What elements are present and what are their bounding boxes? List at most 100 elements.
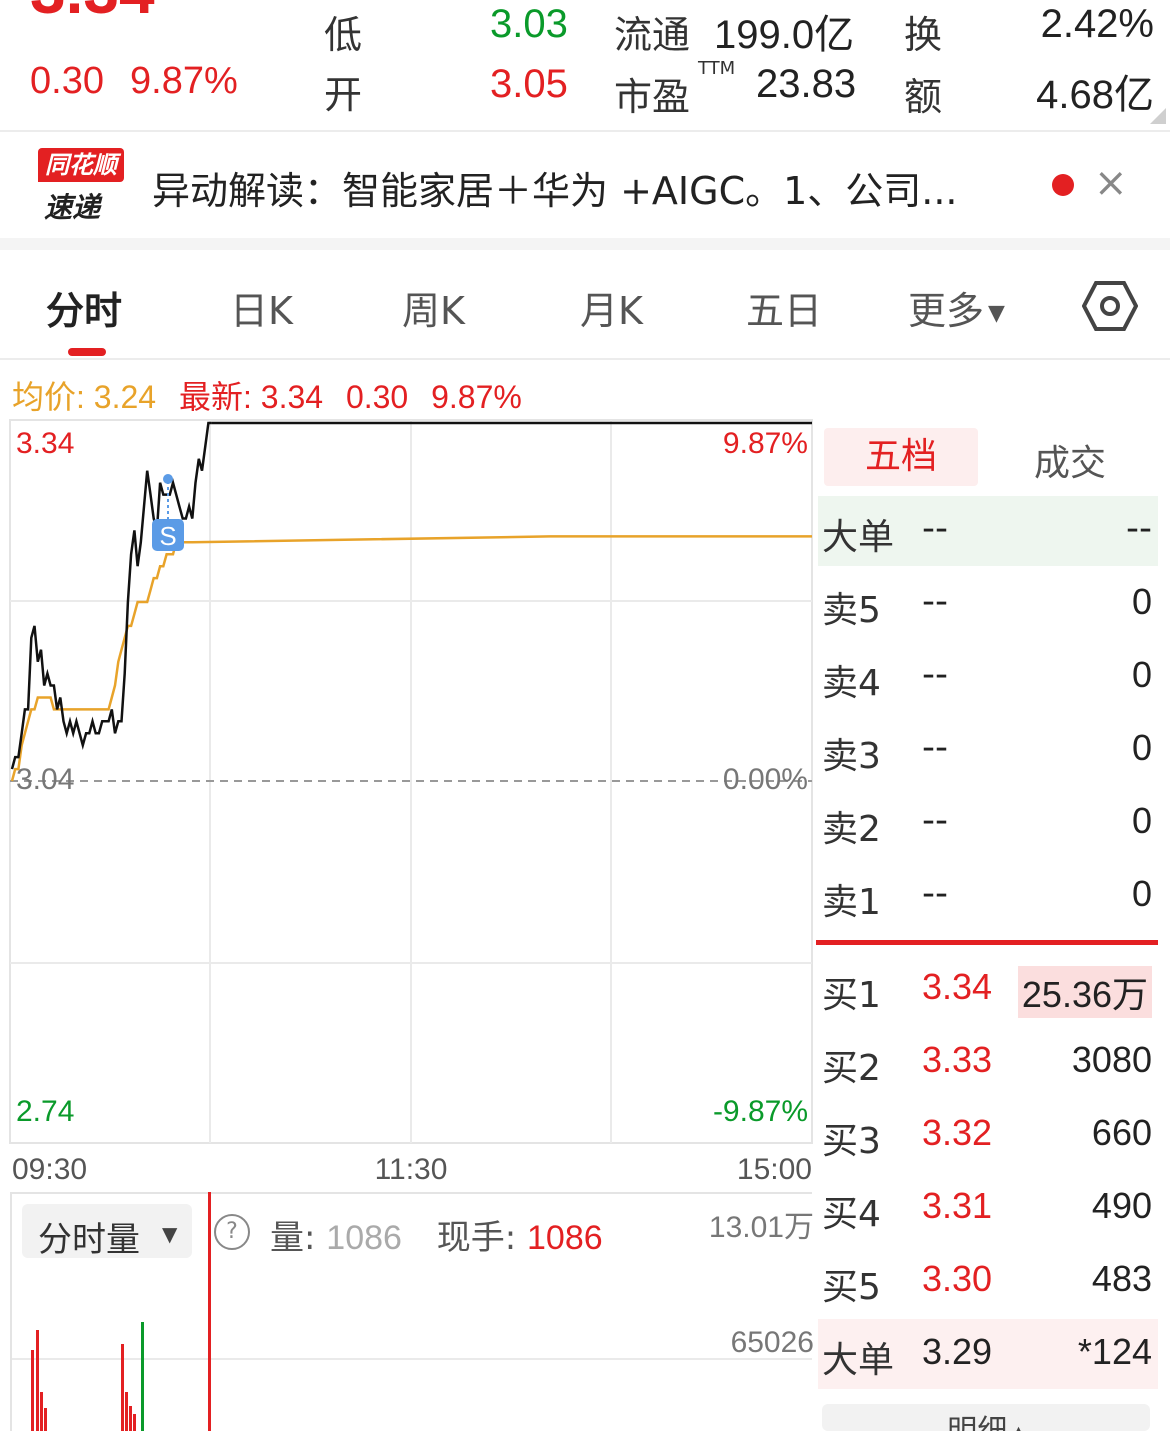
ask-price: -- [922, 581, 948, 622]
ask-vol: 0 [1131, 800, 1152, 841]
volume-bar [121, 1344, 124, 1431]
ask-vol: 0 [1131, 727, 1152, 768]
bid-vol: 483 [1091, 1258, 1152, 1299]
bid-row-3: 买3 3.32 660 [818, 1100, 1158, 1170]
y-tick-left-bottom: 2.74 [16, 1095, 74, 1128]
latest-change: 0.30 [345, 379, 409, 415]
sell-signal-label: S [159, 521, 176, 551]
price-info-line: 均价: 3.24 最新: 3.34 0.30 9.87% [12, 372, 522, 418]
turnover-value: 2.42% [1040, 2, 1154, 46]
tab-active-indicator [68, 348, 106, 356]
y-tick-left-mid: 3.04 [16, 763, 74, 796]
y-tick-left-top: 3.34 [16, 427, 74, 460]
latest-pct: 9.87% [431, 379, 522, 415]
bid-price: 3.30 [922, 1258, 993, 1299]
bid-vol: 490 [1091, 1185, 1152, 1226]
price-change: 0.30 [30, 60, 104, 102]
tab-weekly-k[interactable]: 周K [402, 280, 465, 335]
tab-more-label: 更多 [908, 289, 985, 333]
ask-price: -- [922, 727, 948, 768]
tab-more[interactable]: 更多 ▼ [908, 280, 1005, 335]
bid-row-4: 买4 3.31 490 [818, 1173, 1158, 1243]
bid-price: 3.33 [922, 1039, 993, 1080]
bid-row-5: 买5 3.30 483 [818, 1246, 1158, 1316]
marker-dot [163, 474, 173, 484]
big-order-price: -- [922, 508, 948, 549]
bid-label: 买5 [822, 1267, 881, 1308]
y-tick-right-bottom: -9.87% [713, 1095, 808, 1128]
ask-row-5: 卖5 -- 0 [818, 569, 1158, 639]
price-change-pct: 9.87% [130, 60, 238, 102]
volume-bar [133, 1414, 136, 1431]
tab-trades[interactable]: 成交 [1034, 434, 1106, 486]
ask-row-2: 卖2 -- 0 [818, 788, 1158, 858]
low-value: 3.03 [490, 2, 568, 46]
ask-label: 卖3 [822, 736, 881, 777]
caret-down-icon: ▼ [988, 301, 1005, 326]
open-value: 3.05 [490, 62, 568, 106]
bid-label: 买4 [822, 1194, 881, 1235]
avg-value: 3.24 [93, 379, 157, 415]
ask-vol: 0 [1131, 581, 1152, 622]
settings-hexagon-icon[interactable] [1082, 280, 1138, 332]
big-order-row-bottom: 大单 3.29 *124 [818, 1319, 1158, 1389]
bid-vol: 25.36万 [1017, 966, 1152, 1018]
ask-vol: 0 [1131, 654, 1152, 695]
volume-bar [31, 1350, 34, 1431]
volume-bar [141, 1322, 144, 1431]
ask-label: 卖2 [822, 809, 881, 850]
bid-label: 买2 [822, 1048, 881, 1089]
close-icon[interactable]: × [1094, 160, 1128, 206]
tab-five-levels[interactable]: 五档 [824, 428, 978, 486]
ask-price: -- [922, 800, 948, 841]
volume-panel: 分时量 ▼ ? 量: 1086 现手: 1086 13.01万 65026 [0, 1192, 818, 1431]
volume-bar [129, 1406, 132, 1431]
latest-value: 3.34 [260, 379, 324, 415]
bid-row-2: 买2 3.33 3080 [818, 1027, 1158, 1097]
avg-label: 均价: [12, 379, 85, 415]
bid-price: 3.31 [922, 1185, 993, 1226]
detail-button[interactable]: 明细 ▲ [822, 1404, 1150, 1431]
bid-price: 3.34 [922, 966, 993, 1007]
tab-daily-k[interactable]: 日K [230, 280, 293, 335]
tab-intraday[interactable]: 分时 [46, 280, 122, 335]
intraday-price-chart[interactable]: S 3.34 3.04 2.74 9.87% 0.00% -9.87% 09:3… [0, 415, 818, 1195]
big-order-label: 大单 [822, 1340, 895, 1381]
x-tick-open: 09:30 [12, 1153, 87, 1186]
turnover-label: 换 [904, 13, 943, 57]
ask-label: 卖4 [822, 663, 881, 704]
ask-row-1: 卖1 -- 0 [818, 861, 1158, 931]
detail-label: 明细 [947, 1414, 1007, 1431]
tab-five-day[interactable]: 五日 [746, 280, 822, 335]
caret-up-icon: ▲ [1012, 1422, 1024, 1431]
x-tick-midday: 11:30 [375, 1153, 448, 1186]
volume-bar [44, 1408, 47, 1431]
ask-price: -- [922, 654, 948, 695]
bid-vol: 660 [1091, 1112, 1152, 1153]
tonghuashun-express-logo: 同花顺 速递 [38, 148, 124, 224]
price-line [10, 421, 212, 770]
bid-price: 3.32 [922, 1112, 993, 1153]
float-label: 流通 [614, 13, 691, 57]
volume-bar [40, 1392, 43, 1431]
big-order-price: 3.29 [922, 1331, 993, 1372]
amount-value: 4.68亿 [1036, 73, 1154, 117]
x-tick-close: 15:00 [737, 1153, 812, 1186]
pe-ttm-superscript: TTM [698, 58, 736, 79]
latest-label: 最新: [178, 379, 252, 415]
pe-value: 23.83 [756, 62, 857, 106]
ask-row-3: 卖3 -- 0 [818, 715, 1158, 785]
bid-vol: 3080 [1071, 1039, 1152, 1080]
ask-price: -- [922, 873, 948, 914]
open-label: 开 [324, 73, 363, 117]
unread-dot-icon [1052, 174, 1074, 196]
tab-monthly-k[interactable]: 月K [580, 280, 643, 335]
ask-row-4: 卖4 -- 0 [818, 642, 1158, 712]
last-price: 3.34 [30, 0, 155, 28]
news-headline[interactable]: 异动解读：智能家居＋华为 +AIGC。1、公司... [152, 160, 958, 215]
ask-label: 卖5 [822, 590, 881, 631]
expand-corner-icon[interactable] [1150, 108, 1166, 124]
ask-label: 卖1 [822, 882, 881, 923]
low-label: 低 [324, 13, 363, 57]
big-order-vol: -- [1126, 508, 1152, 549]
